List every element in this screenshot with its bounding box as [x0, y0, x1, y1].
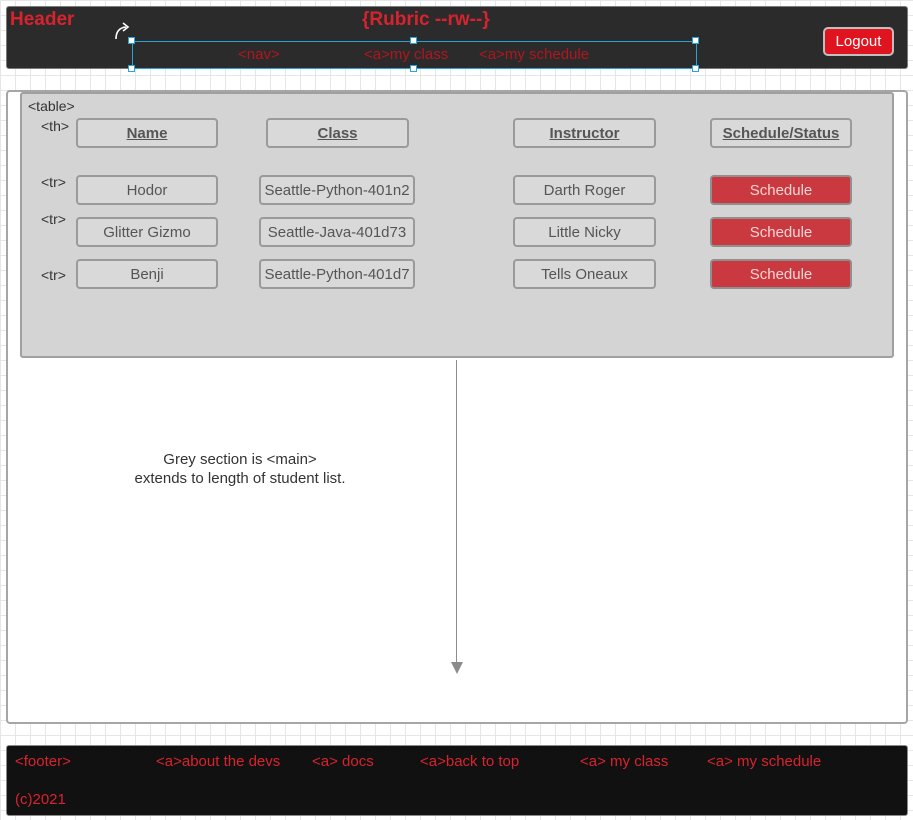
column-header-instructor[interactable]: Instructor: [513, 118, 656, 148]
header-title: Header: [10, 9, 75, 30]
table-tag-label: <table>: [28, 98, 75, 114]
note-line: Grey section is <main>: [163, 451, 317, 468]
header-rubric-title: {Rubric --rw--}: [362, 9, 490, 30]
tr-tag-label: <tr>: [41, 211, 66, 227]
column-header-name[interactable]: Name: [76, 118, 218, 148]
logout-button[interactable]: Logout: [823, 27, 894, 56]
nav-tag-label: <nav>: [238, 46, 280, 63]
footer-link-about-devs[interactable]: <a>about the devs: [156, 753, 280, 770]
cell-instructor: Darth Roger: [513, 175, 656, 205]
resize-handle[interactable]: [128, 65, 135, 72]
nav-link-my-class[interactable]: <a>my class: [364, 46, 448, 63]
resize-handle[interactable]: [410, 65, 417, 72]
cell-student-name: Benji: [76, 259, 218, 289]
schedule-button[interactable]: Schedule: [710, 175, 852, 205]
cell-class: Seattle-Python-401n2: [259, 175, 415, 205]
note-line: extends to length of student list.: [134, 470, 346, 487]
footer-link-my-schedule[interactable]: <a> my schedule: [707, 753, 821, 770]
resize-handle[interactable]: [410, 37, 417, 44]
nav-link-my-schedule[interactable]: <a>my schedule: [479, 46, 589, 63]
cell-instructor: Little Nicky: [513, 217, 656, 247]
footer-link-my-class[interactable]: <a> my class: [580, 753, 668, 770]
column-header-schedule-status[interactable]: Schedule/Status: [710, 118, 852, 148]
cell-class: Seattle-Java-401d73: [259, 217, 415, 247]
cell-instructor: Tells Oneaux: [513, 259, 656, 289]
cell-class: Seattle-Python-401d7: [259, 259, 415, 289]
cell-student-name: Glitter Gizmo: [76, 217, 218, 247]
footer-link-back-to-top[interactable]: <a>back to top: [420, 753, 519, 770]
schedule-button[interactable]: Schedule: [710, 259, 852, 289]
schedule-button[interactable]: Schedule: [710, 217, 852, 247]
extend-arrow-line: [456, 360, 457, 664]
resize-handle[interactable]: [128, 37, 135, 44]
arrow-down-icon: [451, 662, 463, 674]
footer-copyright: (c)2021: [15, 791, 66, 808]
resize-handle[interactable]: [692, 65, 699, 72]
tr-tag-label: <tr>: [41, 267, 66, 283]
th-tag-label: <th>: [41, 118, 70, 134]
footer-link-docs[interactable]: <a> docs: [312, 753, 374, 770]
tr-tag-label: <tr>: [41, 174, 66, 190]
main-note: Grey section is <main> extends to length…: [90, 450, 390, 488]
resize-handle[interactable]: [692, 37, 699, 44]
column-header-class[interactable]: Class: [266, 118, 409, 148]
cell-student-name: Hodor: [76, 175, 218, 205]
footer-tag-label: <footer>: [15, 753, 71, 770]
